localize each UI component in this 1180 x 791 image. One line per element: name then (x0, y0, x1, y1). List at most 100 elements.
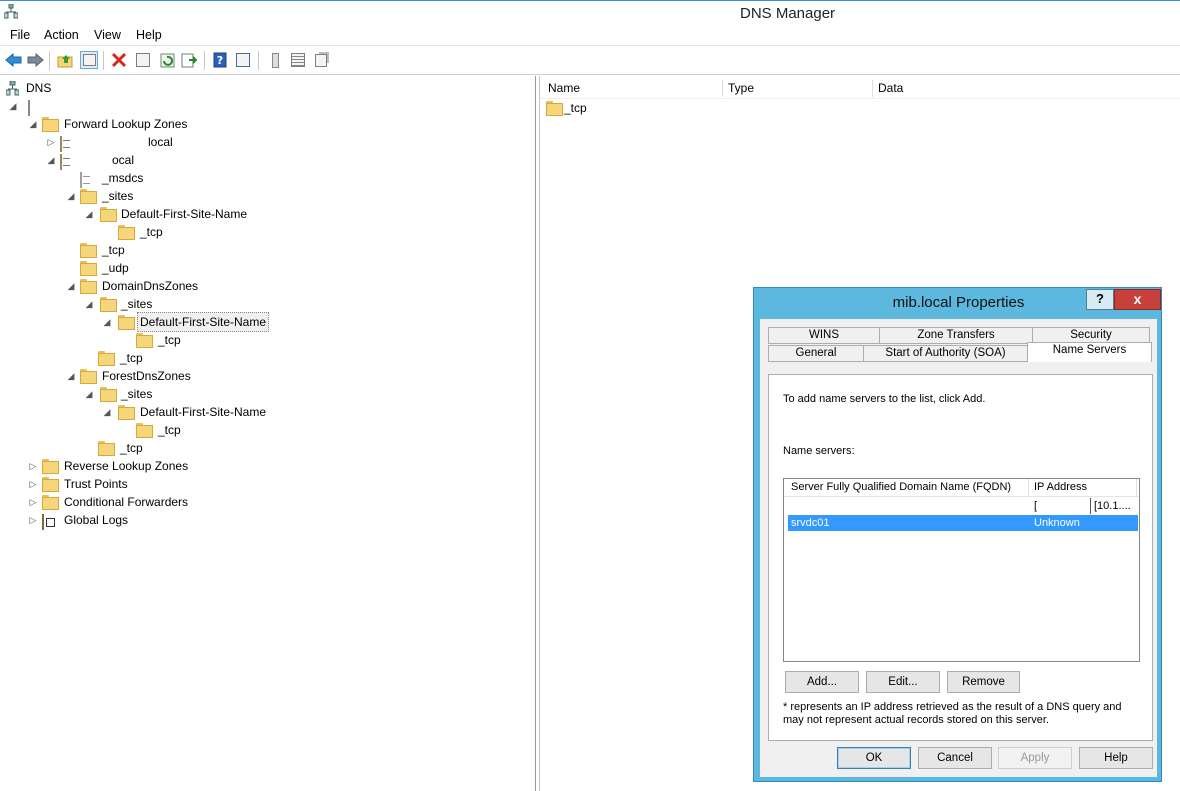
column-header-data[interactable]: Data (878, 80, 903, 98)
tree-label: _sites (121, 387, 153, 401)
folder-icon (546, 101, 562, 115)
show-hide-tree-icon[interactable] (80, 51, 98, 69)
folder-icon (42, 459, 58, 473)
export-list-icon[interactable] (180, 51, 198, 69)
tree-label: _udp (102, 261, 129, 275)
collapse-arrow-icon[interactable]: ◢ (46, 151, 56, 169)
expand-arrow-icon[interactable]: ▷ (28, 457, 38, 475)
remove-button[interactable]: Remove (947, 671, 1020, 693)
properties-icon[interactable] (134, 51, 152, 69)
tree-label: Reverse Lookup Zones (64, 459, 189, 473)
server-icon[interactable] (266, 51, 284, 69)
folder-icon (80, 279, 96, 293)
apply-button[interactable]: Apply (998, 747, 1072, 769)
properties-dialog: mib.local Properties ? x WINS Zone Trans… (753, 287, 1162, 782)
logs-icon (42, 513, 58, 530)
folder-icon (118, 405, 134, 419)
collapse-arrow-icon[interactable]: ◢ (8, 97, 18, 115)
name-server-row-selected[interactable]: srvdc01 Unknown (788, 515, 1138, 531)
forward-icon[interactable] (26, 51, 44, 69)
tree-label: local (148, 135, 173, 149)
tree-label: _tcp (120, 351, 143, 365)
add-button[interactable]: Add... (785, 671, 859, 693)
tree-label: _sites (102, 189, 134, 203)
expand-arrow-icon[interactable]: ▷ (28, 511, 38, 529)
instruction-text: To add name servers to the list, click A… (783, 393, 986, 405)
collapse-arrow-icon[interactable]: ◢ (66, 187, 76, 205)
zone-icon (60, 135, 76, 152)
tab-name-servers[interactable]: Name Servers (1027, 342, 1152, 362)
copy-icon[interactable] (312, 51, 330, 69)
tree-label: DNS (26, 81, 52, 95)
collapse-arrow-icon[interactable]: ◢ (84, 205, 94, 223)
tree-label: Global Logs (64, 513, 129, 527)
name-server-ip: Unknown (1034, 517, 1080, 529)
tree-label: _tcp (140, 225, 163, 239)
up-folder-icon[interactable] (56, 51, 74, 69)
name-server-row[interactable]: [ [10.1.... (788, 498, 1138, 514)
collapse-arrow-icon[interactable]: ◢ (84, 295, 94, 313)
collapse-arrow-icon[interactable]: ◢ (28, 115, 38, 133)
expand-arrow-icon[interactable]: ▷ (28, 493, 38, 511)
note-text: * represents an IP address retrieved as … (783, 701, 1122, 726)
edit-button[interactable]: Edit... (866, 671, 940, 693)
collapse-arrow-icon[interactable]: ◢ (66, 367, 76, 385)
tab-zone-transfers[interactable]: Zone Transfers (879, 327, 1033, 344)
folder-icon (80, 369, 96, 383)
tree-label: _msdcs (102, 171, 144, 185)
dialog-close-button[interactable]: x (1114, 289, 1161, 310)
help-icon[interactable]: ? (211, 51, 229, 69)
menu-view[interactable]: View (94, 28, 121, 42)
toolbar: ? (0, 46, 1180, 75)
tree-label: ocal (112, 153, 135, 167)
dialog-help-button[interactable]: ? (1086, 289, 1114, 310)
back-icon[interactable] (4, 51, 22, 69)
collapse-arrow-icon[interactable]: ◢ (102, 313, 112, 331)
window-title: DNS Manager (740, 5, 836, 22)
tree-label: Default-First-Site-Name (121, 207, 248, 221)
name-servers-tab-page: To add name servers to the list, click A… (768, 374, 1153, 741)
folder-icon (80, 243, 96, 257)
name-servers-list[interactable]: Server Fully Qualified Domain Name (FQDN… (783, 478, 1140, 662)
zone-icon (80, 171, 96, 188)
menu-action[interactable]: Action (44, 28, 79, 42)
expand-arrow-icon[interactable]: ▷ (28, 475, 38, 493)
name-servers-list-header: Server Fully Qualified Domain Name (FQDN… (784, 479, 1139, 497)
ok-button[interactable]: OK (837, 747, 911, 769)
server-icon (24, 99, 40, 116)
tree-label: _sites (121, 297, 153, 311)
column-header-type[interactable]: Type (728, 80, 754, 98)
column-header-ip[interactable]: IP Address (1034, 479, 1087, 496)
refresh-icon[interactable] (158, 51, 176, 69)
tree-label: _tcp (158, 423, 181, 437)
tree-label: _tcp (158, 333, 181, 347)
expand-arrow-icon[interactable]: ▷ (46, 133, 56, 151)
column-header-fqdn[interactable]: Server Fully Qualified Domain Name (FQDN… (791, 479, 1011, 496)
console-icon[interactable] (234, 51, 252, 69)
folder-icon (100, 387, 116, 401)
menu-help[interactable]: Help (136, 28, 162, 42)
tab-general[interactable]: General (768, 345, 864, 362)
name-servers-label: Name servers: (783, 445, 855, 457)
collapse-arrow-icon[interactable]: ◢ (102, 403, 112, 421)
tab-start-of-authority[interactable]: Start of Authority (SOA) (863, 345, 1028, 362)
help-button[interactable]: Help (1079, 747, 1153, 769)
list-icon[interactable] (289, 51, 307, 69)
tab-wins[interactable]: WINS (768, 327, 880, 344)
menu-bar: File Action View Help (0, 25, 1180, 46)
menu-file[interactable]: File (10, 28, 30, 42)
tree-label: Default-First-Site-Name (137, 312, 270, 332)
zone-icon (60, 153, 76, 170)
folder-icon (100, 207, 116, 221)
folder-icon (80, 189, 96, 203)
tree-label: _tcp (102, 243, 125, 257)
folder-icon (136, 423, 152, 437)
dns-icon (5, 80, 22, 96)
tree-label: _tcp (120, 441, 143, 455)
collapse-arrow-icon[interactable]: ◢ (66, 277, 76, 295)
column-header-name[interactable]: Name (548, 80, 580, 98)
collapse-arrow-icon[interactable]: ◢ (84, 385, 94, 403)
delete-icon[interactable] (110, 51, 128, 69)
cancel-button[interactable]: Cancel (918, 747, 992, 769)
folder-icon (80, 261, 96, 275)
